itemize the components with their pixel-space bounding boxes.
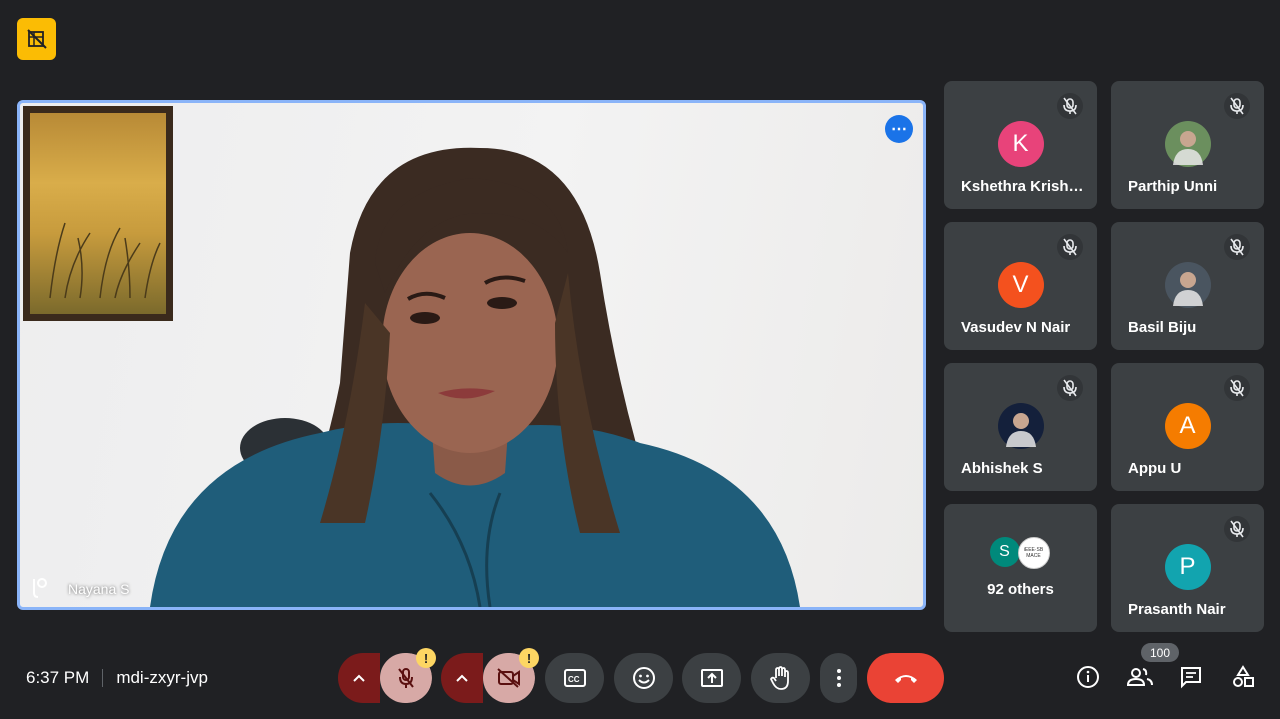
participant-name: Abhishek S: [961, 460, 1043, 477]
people-button[interactable]: [1127, 664, 1153, 690]
mic-off-icon: [1230, 520, 1244, 538]
participant-name: Kshethra Krish…: [961, 178, 1084, 195]
participant-name: Vasudev N Nair: [961, 319, 1071, 336]
muted-indicator: [1224, 234, 1250, 260]
meeting-info: 6:37 PM mdi-zxyr-jvp: [26, 668, 208, 688]
participant-tile[interactable]: Parthip Unni: [1111, 81, 1264, 209]
more-options-button[interactable]: ⋯: [885, 115, 913, 143]
muted-indicator: [1224, 375, 1250, 401]
mic-off-icon: [1063, 379, 1077, 397]
muted-indicator: [1057, 234, 1083, 260]
participant-name: Prasanth Nair: [1128, 601, 1226, 618]
avatar: [1164, 262, 1211, 308]
speaker-video-image: [49, 147, 800, 607]
main-speaker-video[interactable]: ⋯ Nayana S: [17, 100, 926, 610]
mic-warning-badge: !: [416, 648, 436, 668]
closed-captions-icon: CC: [563, 669, 586, 687]
muted-indicator: [1224, 93, 1250, 119]
participant-tile[interactable]: V Vasudev N Nair: [944, 222, 1097, 350]
participant-tile[interactable]: Abhishek S: [944, 363, 1097, 491]
camera-off-icon: [497, 668, 520, 688]
mic-off-icon: [1230, 97, 1244, 115]
present-screen-button[interactable]: [682, 653, 741, 703]
participant-tile[interactable]: SiEEE·SB MACE 92 others: [944, 504, 1097, 632]
emoji-reactions-button[interactable]: [614, 653, 673, 703]
raise-hand-button[interactable]: [751, 653, 810, 703]
leave-call-button[interactable]: [867, 653, 944, 703]
mic-off-icon: [1230, 238, 1244, 256]
svg-text:CC: CC: [568, 675, 580, 684]
muted-indicator: [1057, 375, 1083, 401]
muted-indicator: [1224, 516, 1250, 542]
audio-options-button[interactable]: [338, 653, 380, 703]
muted-indicator: [1057, 93, 1083, 119]
participant-name: 92 others: [987, 581, 1054, 598]
video-options-button[interactable]: [441, 653, 483, 703]
participant-tile[interactable]: Basil Biju: [1111, 222, 1264, 350]
mic-off-icon: [398, 668, 414, 688]
call-end-icon: [894, 675, 917, 683]
participant-name: Appu U: [1128, 460, 1182, 477]
main-speaker-name: Nayana S: [68, 581, 130, 597]
participant-tile[interactable]: P Prasanth Nair: [1111, 504, 1264, 632]
avatar: S: [989, 537, 1020, 567]
chevron-up-icon: [353, 674, 365, 682]
camera-off-grid-icon: [26, 29, 47, 49]
others-avatar-stack: SiEEE·SB MACE: [989, 537, 1052, 569]
profile-photo-icon: [1172, 272, 1203, 306]
mic-off-icon: [1230, 379, 1244, 397]
mic-off-icon: [1063, 97, 1077, 115]
avatar-logo: iEEE·SB MACE: [1017, 537, 1050, 569]
profile-photo-icon: [1005, 413, 1036, 447]
meeting-details-button[interactable]: [1075, 664, 1101, 690]
shapes-icon: [1233, 665, 1254, 687]
more-options-menu-button[interactable]: [820, 653, 857, 703]
captions-button[interactable]: CC: [545, 653, 604, 703]
present-to-all-icon: [700, 669, 723, 687]
profile-photo-icon: [1172, 131, 1203, 165]
meeting-time: 6:37 PM: [26, 668, 90, 687]
participant-tile[interactable]: A Appu U: [1111, 363, 1264, 491]
activities-button[interactable]: [1230, 664, 1256, 690]
divider: [102, 669, 104, 687]
avatar: [1164, 121, 1211, 167]
hand-icon: [769, 666, 789, 690]
camera-warning-badge: !: [519, 648, 539, 668]
avatar: K: [997, 121, 1044, 167]
participant-name: Parthip Unni: [1128, 178, 1218, 195]
no-video-indicator[interactable]: [17, 18, 56, 60]
participant-tile[interactable]: K Kshethra Krish…: [944, 81, 1097, 209]
participant-name: Basil Biju: [1128, 319, 1197, 336]
avatar: A: [1164, 403, 1211, 449]
info-icon: [1077, 666, 1099, 688]
more-horiz-icon: ⋯: [891, 121, 907, 138]
meeting-code[interactable]: mdi-zxyr-jvp: [116, 668, 208, 688]
smiley-icon: [632, 667, 655, 689]
avatar: V: [997, 262, 1044, 308]
chevron-up-icon: [456, 674, 468, 682]
people-icon: [1127, 668, 1153, 686]
participant-count-badge: 100: [1141, 643, 1179, 662]
mic-off-icon: [1063, 238, 1077, 256]
chat-icon: [1181, 667, 1201, 689]
chat-button[interactable]: [1178, 664, 1204, 690]
avatar: [997, 403, 1044, 449]
avatar: P: [1164, 544, 1211, 590]
pin-audio-icon: [33, 578, 47, 598]
more-vert-icon: [836, 669, 841, 687]
